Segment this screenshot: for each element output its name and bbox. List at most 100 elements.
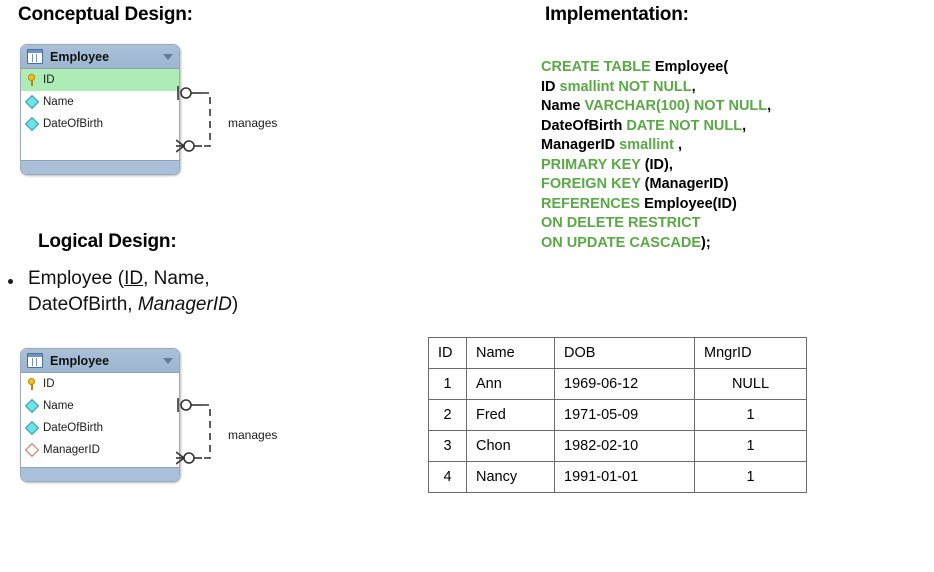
- table-cell: 3: [428, 430, 467, 462]
- sql-line: ID smallint NOT NULL,: [541, 78, 771, 98]
- entity-footer: [21, 467, 179, 481]
- sql-identifier: ,: [673, 137, 683, 153]
- table-cell: Nancy: [466, 461, 555, 493]
- sql-identifier: ManagerID: [541, 137, 620, 153]
- table-header-row: ID Name DOB MngrID: [428, 337, 807, 369]
- sql-identifier: ,: [691, 78, 696, 95]
- key-icon: [27, 378, 37, 390]
- sql-line: CREATE TABLE Employee(: [541, 58, 771, 78]
- table-icon: [27, 49, 43, 64]
- attribute-row[interactable]: DateOfBirth: [21, 417, 179, 439]
- employee-data-table-wrapper: ID Name DOB MngrID 1 Ann 1969-06-12 NULL 2 Fr…: [428, 337, 807, 493]
- sql-identifier: ,: [742, 117, 747, 134]
- entity-attribute-list: ID Name DateOfBirth: [21, 69, 179, 160]
- attribute-row[interactable]: DateOfBirth: [21, 113, 179, 135]
- chevron-down-icon[interactable]: [163, 53, 173, 60]
- table-row: 4 Nancy 1991-01-01 1: [428, 461, 807, 493]
- sql-keyword: VARCHAR(100) NOT NULL: [584, 98, 768, 114]
- sql-keyword: FOREIGN KEY: [541, 176, 645, 192]
- column-header-id: ID: [428, 337, 467, 369]
- bullet-point: [8, 279, 13, 284]
- sql-identifier: Employee(ID): [644, 195, 737, 212]
- sql-identifier: (ID),: [644, 156, 673, 173]
- sql-identifier: Employee(: [654, 59, 729, 75]
- foreign-key-text: ManagerID: [137, 294, 232, 315]
- key-icon: [27, 74, 37, 86]
- employee-data-table: ID Name DOB MngrID 1 Ann 1969-06-12 NULL 2 Fr…: [428, 337, 807, 493]
- sql-keyword: REFERENCES: [541, 195, 645, 212]
- column-header-dob: DOB: [554, 337, 695, 369]
- sql-keyword: smallint: [619, 137, 674, 153]
- conceptual-entity-employee[interactable]: Employee ID Name DateOfBirth: [20, 44, 180, 175]
- logical-relation-line-1: Employee (ID, Name,: [28, 268, 210, 289]
- table-cell: 1: [694, 430, 807, 462]
- sql-keyword: ON UPDATE CASCADE: [541, 234, 702, 251]
- table-cell: 1: [428, 368, 467, 400]
- diamond-icon: [24, 398, 40, 414]
- logical-entity-employee[interactable]: Employee ID Name DateOfBirth ManagerID: [20, 348, 180, 482]
- column-header-mngrid: MngrID: [694, 337, 807, 369]
- sql-identifier: ,: [767, 98, 772, 114]
- conceptual-relationship-label: manages: [228, 116, 278, 130]
- sql-line: ON DELETE RESTRICT: [541, 214, 771, 234]
- implementation-heading: Implementation:: [545, 4, 689, 25]
- diamond-icon: [24, 420, 40, 436]
- conceptual-relationship-connector: [176, 84, 236, 159]
- sql-identifier: );: [701, 234, 711, 251]
- attribute-label: DateOfBirth: [43, 118, 104, 130]
- attribute-label: DateOfBirth: [43, 422, 104, 434]
- attribute-row[interactable]: ID: [21, 373, 179, 395]
- sql-identifier: DateOfBirth: [541, 117, 627, 134]
- entity-header[interactable]: Employee: [21, 45, 179, 69]
- logical-relation-line-2: DateOfBirth, ManagerID): [28, 294, 239, 315]
- table-cell: NULL: [694, 368, 807, 400]
- sql-identifier: Name: [541, 98, 585, 114]
- table-cell: 1982-02-10: [554, 430, 695, 462]
- logical-relationship-connector: [176, 396, 236, 471]
- table-cell: Ann: [466, 368, 555, 400]
- primary-key-text: ID: [124, 268, 144, 289]
- attribute-label: ID: [43, 378, 55, 390]
- sql-line: FOREIGN KEY (ManagerID): [541, 175, 771, 195]
- attribute-row[interactable]: ManagerID: [21, 439, 179, 461]
- entity-title: Employee: [50, 49, 110, 64]
- entity-title: Employee: [50, 353, 110, 368]
- table-row: 1 Ann 1969-06-12 NULL: [428, 368, 807, 400]
- conceptual-design-heading: Conceptual Design:: [18, 4, 193, 25]
- logical-design-heading: Logical Design:: [38, 231, 177, 252]
- attribute-label: Name: [43, 96, 74, 108]
- attribute-row[interactable]: Name: [21, 91, 179, 113]
- sql-line: DateOfBirth DATE NOT NULL,: [541, 117, 771, 137]
- table-cell: Chon: [466, 430, 555, 462]
- sql-keyword: ON DELETE RESTRICT: [541, 215, 701, 231]
- attribute-label: ID: [43, 74, 55, 86]
- sql-line: REFERENCES Employee(ID): [541, 195, 771, 215]
- entity-header[interactable]: Employee: [21, 349, 179, 373]
- column-header-name: Name: [466, 337, 555, 369]
- sql-line: ManagerID smallint ,: [541, 136, 771, 156]
- sql-line: Name VARCHAR(100) NOT NULL,: [541, 97, 771, 117]
- table-cell: Fred: [466, 399, 555, 431]
- sql-keyword: smallint NOT NULL: [559, 78, 692, 95]
- sql-line: PRIMARY KEY (ID),: [541, 156, 771, 176]
- diamond-outline-icon: [24, 442, 40, 458]
- diamond-icon: [24, 94, 40, 110]
- entity-attribute-list: ID Name DateOfBirth ManagerID: [21, 373, 179, 467]
- logical-relation-schema: Employee (ID, Name, DateOfBirth, Manager…: [28, 266, 238, 318]
- table-cell: 1991-01-01: [554, 461, 695, 493]
- attribute-label: ManagerID: [43, 444, 100, 456]
- table-row: 2 Fred 1971-05-09 1: [428, 399, 807, 431]
- attribute-row[interactable]: ID: [21, 69, 179, 91]
- chevron-down-icon[interactable]: [163, 357, 173, 364]
- entity-footer: [21, 160, 179, 174]
- sql-keyword: PRIMARY KEY: [541, 156, 645, 173]
- sql-create-table-block: CREATE TABLE Employee(ID smallint NOT NU…: [541, 58, 771, 253]
- diamond-icon: [24, 116, 40, 132]
- attribute-label: Name: [43, 400, 74, 412]
- sql-identifier: (ManagerID): [644, 176, 729, 192]
- sql-line: ON UPDATE CASCADE);: [541, 234, 771, 254]
- attribute-row[interactable]: Name: [21, 395, 179, 417]
- table-cell: 1: [694, 461, 807, 493]
- sql-keyword: CREATE TABLE: [541, 59, 655, 75]
- table-cell: 1969-06-12: [554, 368, 695, 400]
